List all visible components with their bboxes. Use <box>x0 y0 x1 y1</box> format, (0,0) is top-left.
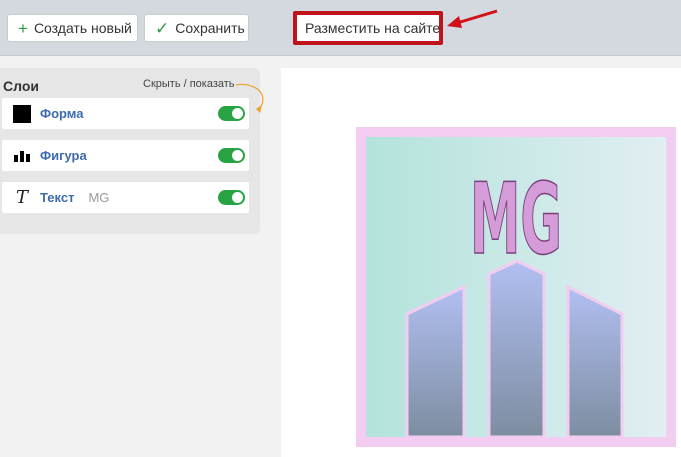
annotation-arrow-icon <box>447 9 498 28</box>
layer-item-figura[interactable]: Фигура <box>2 140 249 171</box>
publish-on-site-button[interactable]: Разместить на сайте <box>293 11 443 45</box>
building-center <box>487 259 546 439</box>
create-new-button[interactable]: + Создать новый <box>7 14 138 42</box>
toolbar: + Создать новый ✓ Сохранить Разместить н… <box>0 0 681 56</box>
publish-label: Разместить на сайте <box>305 20 441 36</box>
save-button[interactable]: ✓ Сохранить <box>144 14 249 42</box>
layer-item-forma[interactable]: Форма <box>2 98 249 129</box>
layers-title: Слои <box>3 78 39 94</box>
building-left <box>405 284 466 439</box>
layers-panel: Слои Скрыть / показать Форма Фигура T Те… <box>0 68 264 234</box>
buildings-icon <box>12 150 32 162</box>
visibility-toggle[interactable] <box>218 190 245 205</box>
logo-preview[interactable]: MG <box>356 127 676 447</box>
save-label: Сохранить <box>175 20 245 36</box>
text-icon: T <box>15 187 28 208</box>
layer-name: Фигура <box>40 148 87 163</box>
layer-name: Текст <box>40 190 75 205</box>
visibility-toggle[interactable] <box>218 106 245 121</box>
layer-text-value: MG <box>88 190 110 205</box>
building-right <box>566 284 624 439</box>
square-icon <box>12 104 32 123</box>
check-icon: ✓ <box>155 18 170 38</box>
create-new-label: Создать новый <box>33 20 132 36</box>
layer-name: Форма <box>40 106 84 121</box>
layer-item-tekst[interactable]: T Текст MG <box>2 182 249 213</box>
plus-icon: + <box>18 18 28 38</box>
hide-show-hint: Скрыть / показать <box>143 78 235 90</box>
visibility-toggle[interactable] <box>218 148 245 163</box>
